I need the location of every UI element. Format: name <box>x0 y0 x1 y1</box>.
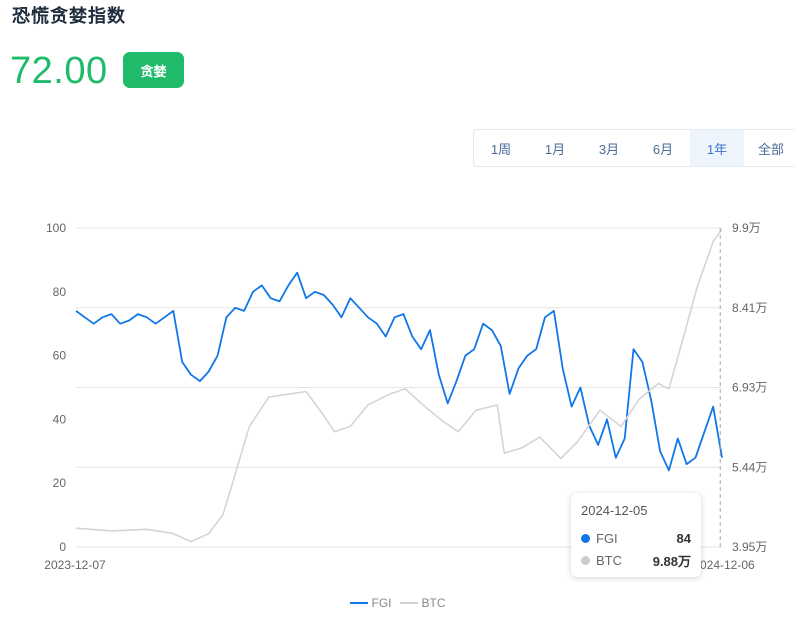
legend-label: BTC <box>421 596 446 610</box>
y-left-tick-label: 60 <box>53 349 67 363</box>
y-left-tick-label: 20 <box>53 476 67 490</box>
tooltip-series-value: 9.88万 <box>652 553 691 569</box>
btc-line-icon <box>399 602 418 604</box>
y-right-tick-label: 5.44万 <box>732 460 767 474</box>
legend-label: FGI <box>371 596 392 610</box>
tooltip-series-name: BTC <box>596 552 622 568</box>
chart-legend: FGI BTC <box>0 596 795 610</box>
legend-item-btc[interactable]: BTC <box>399 596 446 610</box>
tooltip-series-value: 84 <box>676 530 691 546</box>
fgi-dot-icon <box>581 533 590 543</box>
y-right-tick-label: 8.41万 <box>732 301 767 315</box>
tooltip-date: 2024-12-05 <box>581 503 648 518</box>
series-line-fgi <box>75 271 723 472</box>
btc-dot-icon <box>581 555 590 565</box>
y-right-tick-label: 9.9万 <box>732 221 761 235</box>
tooltip-row-btc: BTC 9.88万 <box>581 549 691 571</box>
y-left-tick-label: 80 <box>53 285 67 299</box>
fgi-line-icon <box>349 602 368 604</box>
x-tick-label: 2024-12-06 <box>693 558 755 572</box>
y-right-tick-label: 3.95万 <box>732 540 767 554</box>
y-left-tick-label: 100 <box>46 221 66 235</box>
chart-tooltip: 2024-12-05 FGI 84 BTC 9.88万 <box>571 493 701 577</box>
y-left-tick-label: 40 <box>53 412 67 426</box>
tooltip-series-name: FGI <box>596 530 618 546</box>
y-left-tick-label: 0 <box>59 540 66 554</box>
x-tick-label: 2023-12-07 <box>44 558 106 572</box>
tooltip-row-fgi: FGI 84 <box>581 527 691 549</box>
legend-item-fgi[interactable]: FGI <box>349 596 392 610</box>
y-right-tick-label: 6.93万 <box>732 381 767 395</box>
